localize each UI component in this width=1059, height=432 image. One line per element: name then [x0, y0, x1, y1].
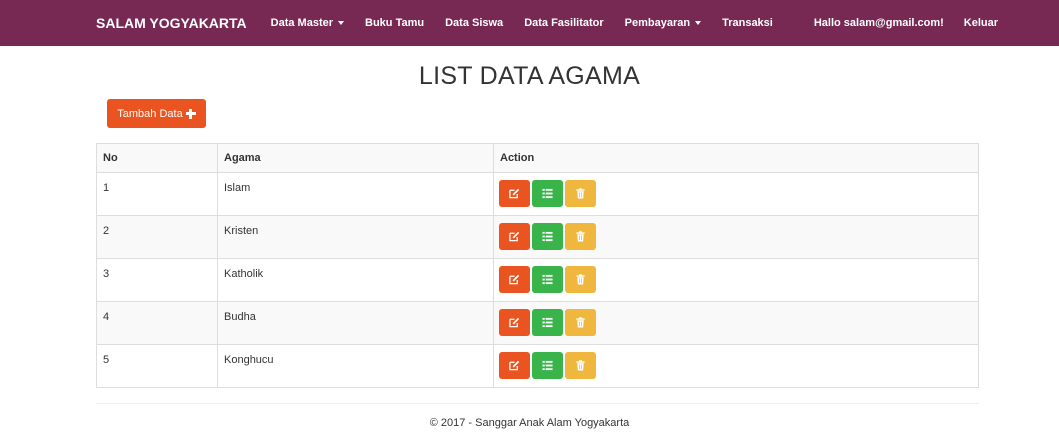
edit-icon: [509, 274, 520, 285]
cell-agama: Budha: [217, 301, 494, 345]
plus-icon: [185, 108, 196, 119]
trash-icon: [575, 317, 586, 328]
trash-icon: [575, 274, 586, 285]
list-icon: [542, 188, 553, 199]
table-row: 2 Kristen: [96, 215, 979, 259]
header-no: No: [96, 143, 218, 173]
nav-item-label: Data Siswa: [445, 17, 504, 29]
edit-icon: [509, 360, 520, 371]
list-icon: [542, 274, 553, 285]
trash-icon: [575, 188, 586, 199]
detail-button[interactable]: [532, 223, 563, 250]
header-agama: Agama: [217, 143, 494, 173]
cell-no: 5: [96, 344, 218, 388]
trash-icon: [575, 360, 586, 371]
nav-item-data-master[interactable]: Data Master: [270, 17, 345, 29]
list-icon: [542, 231, 553, 242]
edit-button[interactable]: [499, 309, 530, 336]
delete-button[interactable]: [565, 180, 596, 207]
nav-item-data-siswa[interactable]: Data Siswa: [445, 17, 503, 29]
nav-item-label: Pembayaran: [624, 17, 691, 29]
edit-icon: [509, 231, 520, 242]
navbar-brand[interactable]: SALAM YOGYAKARTA: [96, 15, 247, 31]
add-data-label: Tambah Data: [117, 107, 183, 120]
add-data-button[interactable]: Tambah Data: [107, 99, 206, 128]
cell-action: [493, 258, 979, 302]
nav-item-buku-tamu[interactable]: Buku Tamu: [365, 17, 424, 29]
action-buttons: [499, 309, 972, 336]
cell-no: 3: [96, 258, 218, 302]
cell-no: 4: [96, 301, 218, 345]
detail-button[interactable]: [532, 309, 563, 336]
list-icon: [542, 317, 553, 328]
table-row: 5 Konghucu: [96, 344, 979, 388]
delete-button[interactable]: [565, 223, 596, 250]
nav-item-label: Transaksi: [722, 17, 773, 29]
table-header-row: No Agama Action: [96, 143, 979, 173]
cell-no: 2: [96, 215, 218, 259]
nav-item-label: Data Fasilitator: [524, 17, 604, 29]
edit-icon: [509, 317, 520, 328]
footer-copyright: © 2017 - Sanggar Anak Alam Yogyakarta: [429, 417, 630, 429]
navbar-right: Hallo salam@gmail.com! Keluar: [794, 17, 998, 29]
header-action: Action: [493, 143, 979, 173]
nav-item-label: Buku Tamu: [365, 17, 425, 29]
cell-action: [493, 301, 979, 345]
edit-button[interactable]: [499, 266, 530, 293]
table-body: 1 Islam 2 Kristen 3 Katholik 4 Budha 5 Konghucu: [96, 172, 979, 388]
action-buttons: [499, 352, 972, 379]
cell-action: [493, 344, 979, 388]
action-buttons: [499, 223, 972, 250]
cell-action: [493, 172, 979, 216]
action-buttons: [499, 180, 972, 207]
caret-down-icon: [695, 21, 702, 25]
delete-button[interactable]: [565, 266, 596, 293]
caret-down-icon: [338, 21, 345, 25]
detail-button[interactable]: [532, 266, 563, 293]
cell-action: [493, 215, 979, 259]
nav-item-pembayaran[interactable]: Pembayaran: [624, 17, 702, 29]
logout-link[interactable]: Keluar: [964, 17, 998, 29]
cell-no: 1: [96, 172, 218, 216]
nav-item-transaksi[interactable]: Transaksi: [722, 17, 773, 29]
top-navbar: SALAM YOGYAKARTA Data Master Buku Tamu D…: [0, 0, 1059, 46]
nav-item-data-fasilitator[interactable]: Data Fasilitator: [524, 17, 603, 29]
table-row: 1 Islam: [96, 172, 979, 216]
edit-icon: [509, 188, 520, 199]
footer-divider: [96, 403, 979, 404]
trash-icon: [575, 231, 586, 242]
edit-button[interactable]: [499, 180, 530, 207]
table-row: 4 Budha: [96, 301, 979, 345]
cell-agama: Kristen: [217, 215, 494, 259]
cell-agama: Katholik: [217, 258, 494, 302]
edit-button[interactable]: [499, 352, 530, 379]
page-title: LIST DATA AGAMA: [418, 62, 641, 90]
delete-button[interactable]: [565, 309, 596, 336]
detail-button[interactable]: [532, 180, 563, 207]
cell-agama: Islam: [217, 172, 494, 216]
delete-button[interactable]: [565, 352, 596, 379]
nav-item-label: Data Master: [270, 17, 334, 29]
agama-table: No Agama Action 1 Islam 2 Kristen 3 Katholik 4…: [96, 143, 979, 388]
cell-agama: Konghucu: [217, 344, 494, 388]
list-icon: [542, 360, 553, 371]
navbar-container: SALAM YOGYAKARTA Data Master Buku Tamu D…: [96, 0, 998, 46]
table-row: 3 Katholik: [96, 258, 979, 302]
detail-button[interactable]: [532, 352, 563, 379]
edit-button[interactable]: [499, 223, 530, 250]
action-buttons: [499, 266, 972, 293]
user-greeting[interactable]: Hallo salam@gmail.com!: [814, 17, 944, 29]
